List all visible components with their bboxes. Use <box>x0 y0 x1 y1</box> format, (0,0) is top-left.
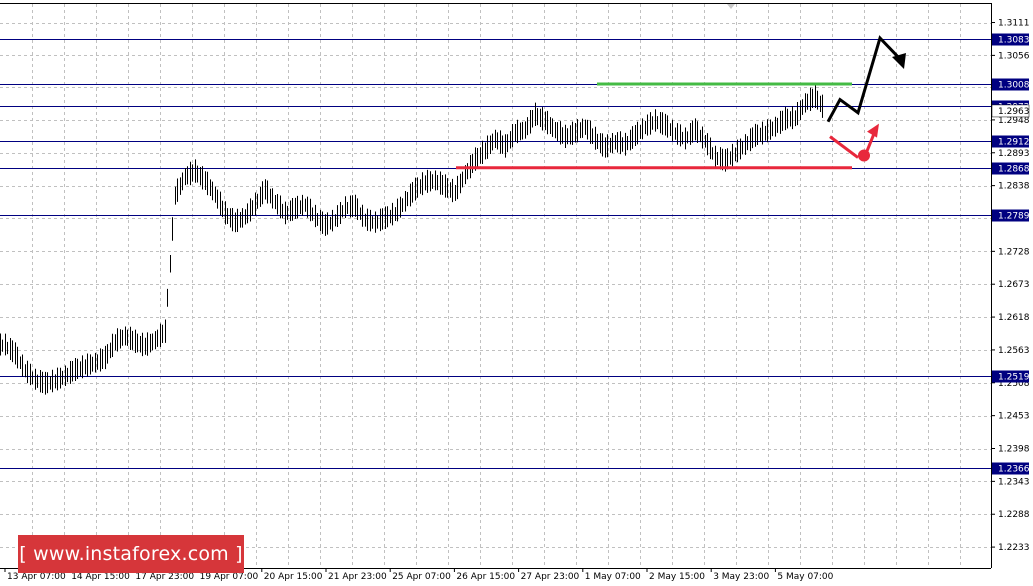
y-tick-label: 1.2673 <box>998 280 1030 290</box>
level-label-text: 1.2519 <box>998 373 1030 383</box>
x-tick-label: 14 Apr 15:00 <box>71 572 130 582</box>
x-tick-label: 27 Apr 23:00 <box>521 572 580 582</box>
x-tick-label: 5 May 07:00 <box>777 572 833 582</box>
y-tick-label: 1.3056 <box>998 51 1030 61</box>
x-tick-label: 25 Apr 07:00 <box>392 572 451 582</box>
x-tick-label: 1 May 07:00 <box>585 572 641 582</box>
y-tick-label: 1.2838 <box>998 182 1030 192</box>
y-tick-label: 1.2453 <box>998 412 1030 422</box>
x-tick-label: 2 May 15:00 <box>649 572 705 582</box>
y-tick-label: 1.2948 <box>998 116 1030 126</box>
y-tick-label: 1.2893 <box>998 149 1030 159</box>
level-label-text: 1.2912 <box>998 138 1030 148</box>
y-tick-label: 1.2618 <box>998 313 1030 323</box>
y-tick-label: 1.2398 <box>998 445 1030 455</box>
y-tick-label: 1.3111 <box>998 19 1030 29</box>
level-label-text: 1.2789 <box>998 212 1030 222</box>
x-tick-label: 26 Apr 15:00 <box>456 572 515 582</box>
level-label-text: 1.2868 <box>998 165 1030 175</box>
level-label-text: 1.3083 <box>998 36 1030 46</box>
y-tick-label: 1.2288 <box>998 510 1030 520</box>
level-label-text: 1.2366 <box>998 465 1030 475</box>
x-tick-label: 13 Apr 07:00 <box>7 572 66 582</box>
y-tick-label: 1.2233 <box>998 543 1030 553</box>
price-chart: 1.31111.30561.30031.29481.28931.28381.27… <box>0 0 1033 586</box>
watermark-logo: [ www.instaforex.com ] <box>18 535 244 573</box>
x-tick-label: 17 Apr 23:00 <box>135 572 194 582</box>
x-tick-label: 21 Apr 23:00 <box>328 572 387 582</box>
y-tick-label: 1.2343 <box>998 477 1030 487</box>
y-tick-label: 1.2728 <box>998 247 1030 257</box>
y-tick-label: 1.2563 <box>998 346 1030 356</box>
current-price-label: 1.2963 <box>998 107 1030 117</box>
x-tick-label: 19 Apr 07:00 <box>200 572 259 582</box>
x-tick-label: 3 May 23:00 <box>713 572 769 582</box>
x-tick-label: 20 Apr 15:00 <box>264 572 323 582</box>
level-label-text: 1.3008 <box>998 81 1030 91</box>
